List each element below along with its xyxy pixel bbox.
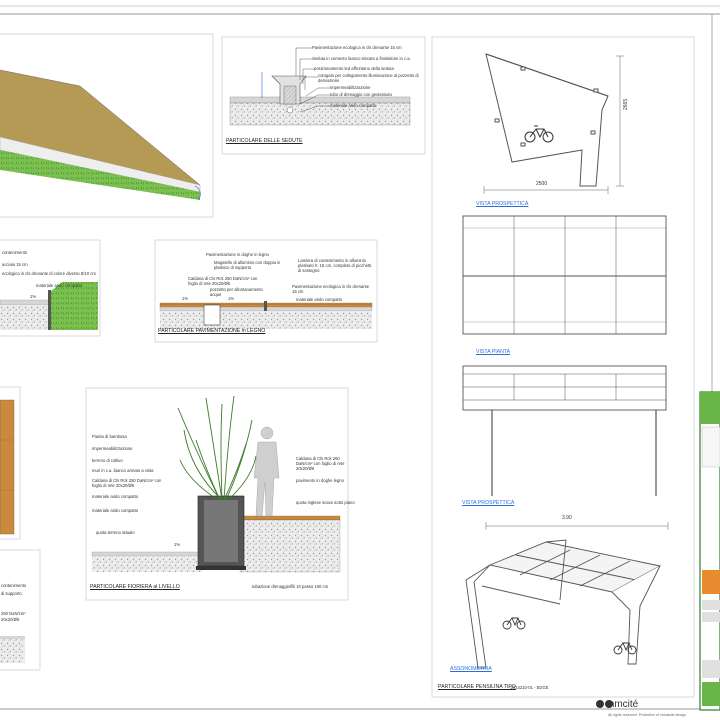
axonometric-width: 3.90 bbox=[562, 515, 572, 521]
wood-label-1: Pavimentazione in doghe in legno bbox=[206, 252, 269, 257]
seat-label-7: materiale arido compatto bbox=[330, 103, 377, 108]
planter-label-2: Impermeabilizzazione bbox=[92, 446, 133, 451]
wood-label-5: Lamiera di contenimento in alluminio pla… bbox=[298, 258, 372, 273]
front-view-title[interactable]: VISTA PROSPETTICA bbox=[462, 500, 514, 506]
title-block bbox=[699, 391, 720, 711]
wood-block-panel bbox=[0, 386, 21, 540]
shelter-panel bbox=[431, 36, 695, 698]
brand-name: mmcité bbox=[606, 699, 639, 710]
plan-view-title[interactable]: VISTA PIANTA bbox=[476, 349, 510, 355]
seat-label-6: tubo di drenaggio con geotessuto bbox=[330, 92, 392, 97]
planter-right-label-3: quota inglese scavo sotto piano bbox=[296, 500, 355, 505]
planter-label-5: Caldana di Cls Rck 250 DaN/cm² con fogli… bbox=[92, 478, 162, 488]
wood-label-6: Pavimentazione ecologica in cls drenante… bbox=[292, 284, 370, 294]
embankment-label-4: materiale arido compatto bbox=[36, 283, 83, 288]
wood-label-7: materiale arido compatto bbox=[296, 297, 343, 302]
wood-label-2: Magatello di alluminio con doppia in pla… bbox=[214, 260, 281, 270]
small-label-1: contenimento bbox=[1, 583, 27, 588]
small-label-2: di supporto bbox=[1, 591, 22, 596]
seat-label-3: posizionamento led affrontano della sedu… bbox=[314, 66, 394, 71]
planter-right-label-2: pavimento in doghe legno bbox=[296, 478, 344, 483]
planter-label-4: muri in c.a. bianco armato a vista bbox=[92, 468, 154, 473]
planter-label-6: materiale arido compatto bbox=[92, 494, 139, 499]
embankment-label-2: acciaio 15 cm bbox=[2, 262, 28, 267]
planter-label-7: materiale arido compatto bbox=[92, 508, 139, 513]
seat-label-5: Impermeabilizzazione bbox=[330, 85, 371, 90]
wood-label-3: Caldana di Cls Rck 250 DaN/cm² con fogli… bbox=[188, 276, 258, 286]
planter-slope: 1% bbox=[174, 542, 181, 547]
shelter-footer-title: PARTICOLARE PENSILINA TIPO bbox=[438, 684, 516, 690]
planter-right-label-1: Caldana di Cls Rck 250 DaN/cm² con fogli… bbox=[296, 456, 345, 471]
planter-label-8: quota terreno attuale bbox=[96, 530, 135, 535]
embankment-label-3: ecologica in cls drenante di colore dive… bbox=[2, 271, 96, 276]
seat-detail-title: PARTICOLARE DELLE SEDUTE bbox=[226, 138, 303, 144]
wood-slope-1: 1% bbox=[182, 296, 189, 301]
embankment-slope: 1% bbox=[30, 294, 37, 299]
wood-slope-2: 1% bbox=[228, 296, 235, 301]
small-detail-panel bbox=[0, 549, 41, 671]
seat-label-4: cotogato per collegamento illuminazione … bbox=[318, 73, 419, 83]
seat-detail-panel bbox=[221, 36, 426, 155]
shelter-footer-code: - 2014210-01 - EDGE bbox=[508, 685, 549, 690]
drawing-sheet bbox=[0, 5, 720, 711]
small-label-3: 250 DaN/cm² bbox=[1, 611, 26, 616]
embankment-label-1: contenimento bbox=[2, 250, 28, 255]
seat-label-1: Pavimentazione ecologica in cls drenante… bbox=[312, 45, 402, 50]
seat-label-2: Seduta in cemento bianco sincato a finsi… bbox=[312, 56, 411, 61]
planter-label-3: terreno di coltivo bbox=[92, 458, 123, 463]
embankment-3d-panel bbox=[0, 33, 214, 218]
planter-detail-title: PARTICOLARE FIORIERA al LIVELLO bbox=[90, 584, 180, 590]
axonometric-title[interactable]: ASSONOMETRIA bbox=[450, 666, 492, 672]
small-label-4: 20x20/Ø6 bbox=[1, 617, 20, 622]
side-view-title[interactable]: VISTA PROSPETTICA bbox=[476, 201, 528, 207]
wood-detail-title: PARTICOLARE PAVIMENTAZIONE in LEGNO bbox=[158, 328, 266, 334]
brand-subtitle: All rights reserved. Protection of indus… bbox=[608, 713, 687, 717]
wood-label-4: pozzetto per allontanamento acque bbox=[210, 287, 263, 297]
side-view-height: 2665 bbox=[623, 98, 629, 110]
side-view-width: 2500 bbox=[536, 181, 548, 187]
planter-bottom-label: tubazione drenaggio/fili 10 passo 100 cm bbox=[252, 584, 329, 589]
planter-label-1: Pianta di bambusa bbox=[92, 434, 127, 439]
